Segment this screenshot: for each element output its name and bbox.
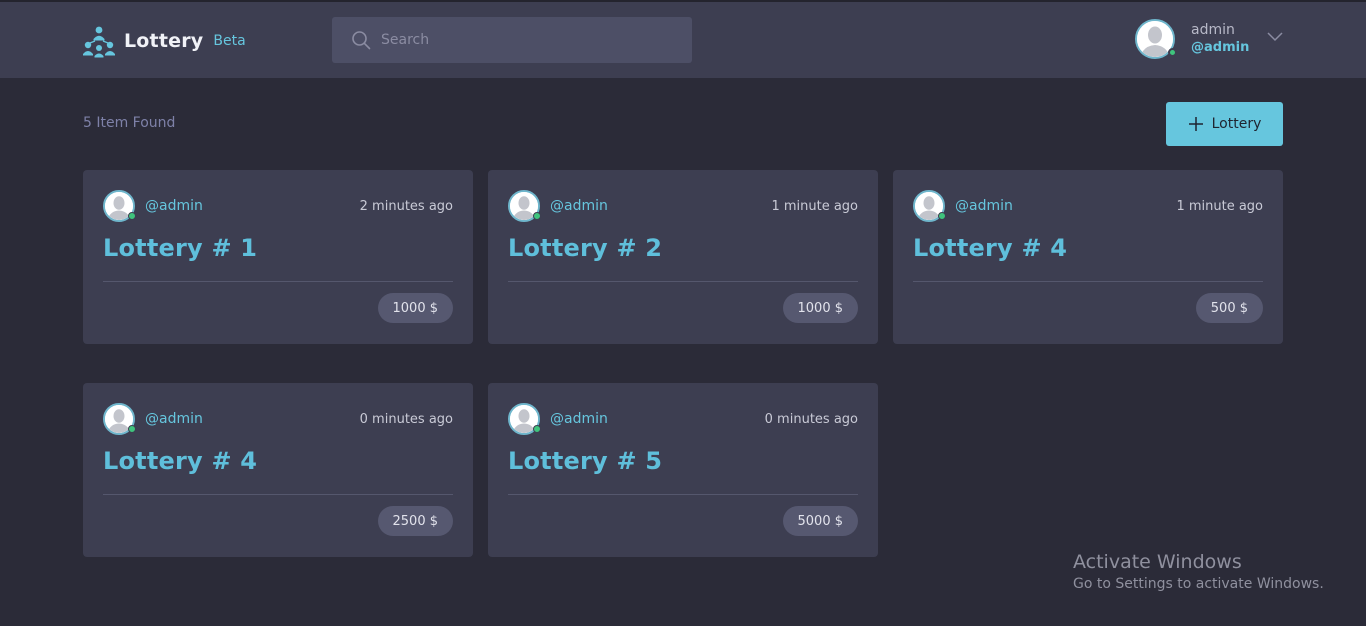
card-author[interactable]: @admin [145, 198, 203, 214]
watermark-title: Activate Windows [1073, 551, 1242, 573]
card-time: 0 minutes ago [359, 411, 453, 427]
search-icon [352, 31, 371, 50]
avatar[interactable] [103, 190, 136, 222]
price-badge: 1000 $ [377, 293, 453, 323]
card-header: @admin 1 minute ago [913, 190, 1263, 222]
online-indicator [533, 425, 541, 433]
card-header: @admin 1 minute ago [508, 190, 858, 222]
lottery-card[interactable]: @admin 0 minutes ago Lottery # 5 5000 $ [488, 383, 878, 557]
online-indicator [128, 425, 136, 433]
beta-badge: Beta [213, 33, 246, 49]
user-avatar-wrap [1135, 19, 1177, 59]
price-badge: 2500 $ [377, 506, 453, 536]
avatar[interactable] [913, 190, 946, 222]
card-title[interactable]: Lottery # 4 [103, 447, 257, 475]
online-indicator [128, 212, 136, 220]
chevron-down-icon[interactable] [1267, 30, 1283, 42]
result-count: 5 Item Found [83, 115, 176, 131]
card-author[interactable]: @admin [550, 198, 608, 214]
lottery-card[interactable]: @admin 2 minutes ago Lottery # 1 1000 $ [83, 170, 473, 344]
plus-icon [1188, 117, 1203, 131]
lottery-card[interactable]: @admin 0 minutes ago Lottery # 4 2500 $ [83, 383, 473, 557]
user-info: admin @admin [1191, 22, 1249, 56]
lottery-card[interactable]: @admin 1 minute ago Lottery # 4 500 $ [893, 170, 1283, 344]
add-lottery-button[interactable]: Lottery [1166, 102, 1283, 146]
divider [103, 494, 453, 495]
search-input[interactable] [381, 17, 692, 63]
activation-watermark: Activate Windows Go to Settings to activ… [1073, 550, 1324, 594]
card-title[interactable]: Lottery # 2 [508, 234, 662, 262]
divider [103, 281, 453, 282]
card-author[interactable]: @admin [550, 411, 608, 427]
user-handle: @admin [1191, 40, 1250, 55]
logo-icon [83, 26, 115, 58]
add-lottery-label: Lottery [1211, 116, 1262, 132]
card-title[interactable]: Lottery # 4 [913, 234, 1067, 262]
card-time: 2 minutes ago [359, 198, 453, 214]
card-header: @admin 0 minutes ago [103, 403, 453, 435]
brand-name: Lottery [124, 30, 204, 52]
avatar[interactable] [103, 403, 136, 435]
top-navbar: Lottery Beta admin @admin [0, 0, 1366, 78]
divider [508, 494, 858, 495]
online-indicator [938, 212, 946, 220]
search-bar[interactable] [332, 17, 692, 63]
online-indicator [533, 212, 541, 220]
card-time: 1 minute ago [771, 198, 858, 214]
user-name: admin [1191, 22, 1235, 38]
avatar[interactable] [508, 190, 541, 222]
lottery-card[interactable]: @admin 1 minute ago Lottery # 2 1000 $ [488, 170, 878, 344]
card-author[interactable]: @admin [145, 411, 203, 427]
watermark-subtitle: Go to Settings to activate Windows. [1073, 576, 1324, 592]
user-menu[interactable]: admin @admin [1135, 17, 1249, 61]
card-time: 1 minute ago [1176, 198, 1263, 214]
avatar[interactable] [508, 403, 541, 435]
price-badge: 500 $ [1195, 293, 1263, 323]
card-title[interactable]: Lottery # 1 [103, 234, 257, 262]
divider [913, 281, 1263, 282]
price-badge: 1000 $ [782, 293, 858, 323]
online-indicator [1168, 48, 1177, 57]
card-author[interactable]: @admin [955, 198, 1013, 214]
divider [508, 281, 858, 282]
brand[interactable]: Lottery Beta [82, 24, 246, 58]
card-header: @admin 0 minutes ago [508, 403, 858, 435]
card-header: @admin 2 minutes ago [103, 190, 453, 222]
card-title[interactable]: Lottery # 5 [508, 447, 662, 475]
card-time: 0 minutes ago [764, 411, 858, 427]
price-badge: 5000 $ [782, 506, 858, 536]
